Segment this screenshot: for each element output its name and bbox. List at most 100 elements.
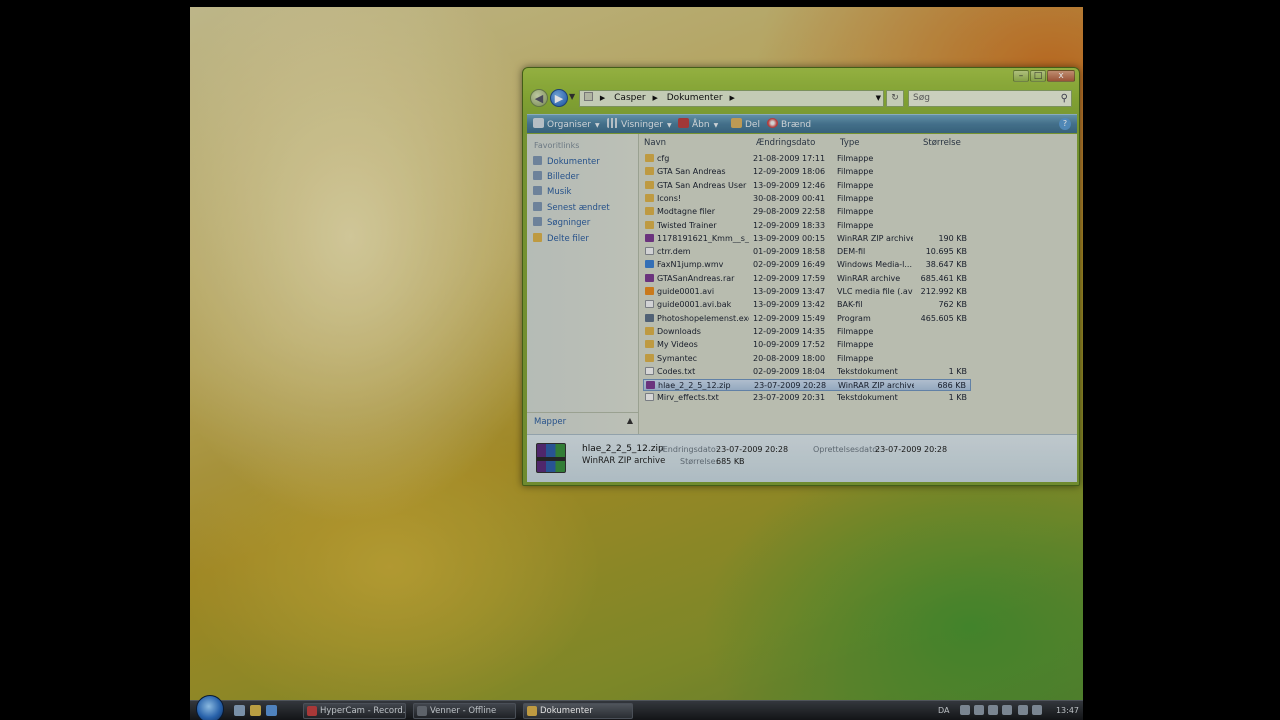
search-icon[interactable]: ⚲: [1061, 91, 1068, 106]
details-created-value: 23-07-2009 20:28: [875, 445, 948, 454]
internet-explorer-icon[interactable]: [266, 705, 277, 716]
start-button[interactable]: [196, 695, 224, 720]
switch-windows-icon[interactable]: [250, 705, 261, 716]
file-row[interactable]: GTA San Andreas 12-09-2009 18:06 Filmappe: [643, 166, 971, 178]
clock[interactable]: 13:47: [1056, 706, 1079, 715]
taskbar-item-hypercam[interactable]: HyperCam - Record...: [303, 703, 406, 719]
file-size: 762 KB: [938, 300, 967, 310]
tray-icon[interactable]: [960, 705, 970, 715]
forward-button[interactable]: ▶: [550, 89, 568, 107]
folder-icon: [645, 207, 654, 216]
column-header-date[interactable]: Ændringsdato: [756, 138, 815, 148]
file-name: Downloads: [657, 326, 701, 336]
file-row[interactable]: 1178191621_Kmm__s_V... 13-09-2009 00:15 Wi…: [643, 233, 971, 245]
close-button[interactable]: x: [1047, 70, 1075, 82]
file-row[interactable]: GTASanAndreas.rar 12-09-2009 17:59 WinRAR …: [643, 273, 971, 285]
file-row[interactable]: ctrr.dem 01-09-2009 18:58 DEM-fil 10.695 KB: [643, 246, 971, 258]
file-row[interactable]: Icons! 30-08-2009 00:41 Filmappe: [643, 193, 971, 205]
file-row[interactable]: Modtagne filer 29-08-2009 22:58 Filmappe: [643, 206, 971, 218]
file-size: 10.695 KB: [925, 247, 967, 257]
column-header-name[interactable]: Navn: [644, 138, 666, 148]
file-date: 12-09-2009 18:33: [753, 220, 826, 230]
burn-button[interactable]: Brænd: [767, 118, 811, 130]
file-list: Navn Ændringsdato Type Størrelse cfg 21-0…: [640, 134, 1077, 434]
maximize-button[interactable]: □: [1030, 70, 1046, 82]
share-label: Del: [745, 120, 760, 130]
file-type: Windows Media-l...: [837, 260, 913, 270]
language-indicator[interactable]: DA: [938, 706, 950, 715]
file-row[interactable]: Symantec 20-08-2009 18:00 Filmappe: [643, 353, 971, 365]
disc-icon: [767, 118, 778, 128]
explorer-window[interactable]: – □ x ◀ ▶ ▼ ▶ Casper ▶ Dokumenter ▶ ▼ ↻ …: [522, 67, 1080, 486]
file-row[interactable]: cfg 21-08-2009 17:11 Filmappe: [643, 153, 971, 165]
file-size: 212.992 KB: [920, 287, 967, 296]
file-date: 30-08-2009 00:41: [753, 193, 826, 203]
minimize-button[interactable]: –: [1013, 70, 1029, 82]
tray-icon[interactable]: [988, 705, 998, 715]
organiser-button[interactable]: Organiser ▼: [533, 118, 600, 130]
file-row[interactable]: GTA San Andreas User ... 13-09-2009 12:46…: [643, 180, 971, 192]
text-file-icon: [645, 393, 654, 402]
tray-icon[interactable]: [1002, 705, 1012, 715]
chevron-right-icon[interactable]: ▶: [600, 94, 605, 102]
volume-icon[interactable]: [1032, 705, 1042, 715]
details-created-label: Oprettelsesdato:: [813, 445, 880, 454]
tray-icon[interactable]: [974, 705, 984, 715]
file-date: 21-08-2009 17:11: [753, 154, 826, 163]
burn-label: Brænd: [781, 120, 812, 130]
file-row[interactable]: Twisted Trainer 12-09-2009 18:33 Filmappe: [643, 220, 971, 232]
back-button[interactable]: ◀: [530, 89, 548, 107]
chevron-right-icon[interactable]: ▶: [729, 94, 734, 102]
open-button[interactable]: Åbn ▼: [678, 118, 718, 130]
taskbar-item-venner[interactable]: Venner - Offline: [413, 703, 516, 719]
breadcrumb-casper[interactable]: Casper: [614, 93, 645, 103]
network-icon[interactable]: [1018, 705, 1028, 715]
folder-icon: [645, 193, 654, 202]
taskbar-item-dokumenter[interactable]: Dokumenter: [523, 703, 633, 719]
chevron-up-icon[interactable]: ▲: [627, 416, 633, 425]
nav-item-billeder[interactable]: Billeder: [533, 171, 579, 182]
file-type: Filmappe: [837, 220, 874, 230]
refresh-button[interactable]: ↻: [886, 90, 904, 107]
search-input[interactable]: Søg ⚲: [908, 90, 1072, 107]
help-icon[interactable]: ?: [1059, 118, 1071, 130]
show-desktop-icon[interactable]: [234, 705, 245, 716]
file-date: 13-09-2009 13:42: [753, 300, 826, 310]
column-header-type[interactable]: Type: [840, 138, 860, 148]
address-bar[interactable]: ▶ Casper ▶ Dokumenter ▶ ▼: [579, 90, 884, 107]
folders-toggle[interactable]: Mapper ▲: [527, 412, 639, 432]
file-row[interactable]: FaxN1jump.wmv 02-09-2009 16:49 Windows Med…: [643, 259, 971, 271]
share-button[interactable]: Del: [731, 118, 760, 130]
chevron-down-icon[interactable]: ▼: [876, 91, 881, 106]
file-row[interactable]: hlae_2_2_5_12.zip 23-07-2009 20:28 WinRAR …: [643, 379, 971, 392]
file-row[interactable]: Mirv_effects.txt 23-07-2009 20:31 Tekstdok…: [643, 392, 971, 404]
file-row[interactable]: guide0001.avi 13-09-2009 13:47 VLC media f…: [643, 286, 971, 298]
file-size: 1 KB: [948, 393, 967, 403]
folder-icon: [645, 326, 654, 335]
column-header-size[interactable]: Størrelse: [923, 138, 961, 148]
nav-item-dokumenter[interactable]: Dokumenter: [533, 156, 600, 167]
nav-item-musik[interactable]: Musik: [533, 186, 571, 197]
breadcrumb-dokumenter[interactable]: Dokumenter: [667, 93, 723, 103]
nav-item-soegninger[interactable]: Søgninger: [533, 217, 590, 228]
file-row[interactable]: Codes.txt 02-09-2009 18:04 Tekstdokument 1 …: [643, 366, 971, 378]
folder-icon: [533, 233, 542, 242]
chevron-right-icon[interactable]: ▶: [652, 94, 657, 102]
title-bar[interactable]: – □ x: [523, 68, 1079, 88]
winrar-archive-icon: [536, 443, 566, 473]
nav-item-delte-filer[interactable]: Delte filer: [533, 233, 589, 244]
file-date: 01-09-2009 18:58: [753, 247, 826, 257]
file-row[interactable]: guide0001.avi.bak 13-09-2009 13:42 BAK-fil…: [643, 299, 971, 311]
file-row[interactable]: Downloads 12-09-2009 14:35 Filmappe: [643, 326, 971, 338]
file-size: 685.461 KB: [920, 273, 967, 283]
desktop: – □ x ◀ ▶ ▼ ▶ Casper ▶ Dokumenter ▶ ▼ ↻ …: [190, 7, 1083, 720]
file-name: Codes.txt: [657, 366, 696, 376]
file-icon: [645, 300, 654, 309]
visninger-button[interactable]: Visninger ▼: [607, 118, 672, 130]
file-type: WinRAR ZIP archive: [837, 233, 913, 243]
folder-icon: [645, 154, 654, 162]
history-dropdown-icon[interactable]: ▼: [569, 92, 575, 101]
file-row[interactable]: My Videos 10-09-2009 17:52 Filmappe: [643, 339, 971, 351]
file-row[interactable]: Photoshopelemenst.exe 12-09-2009 15:49 Pro…: [643, 313, 971, 325]
nav-item-senest-aendret[interactable]: Senest ændret: [533, 202, 610, 213]
